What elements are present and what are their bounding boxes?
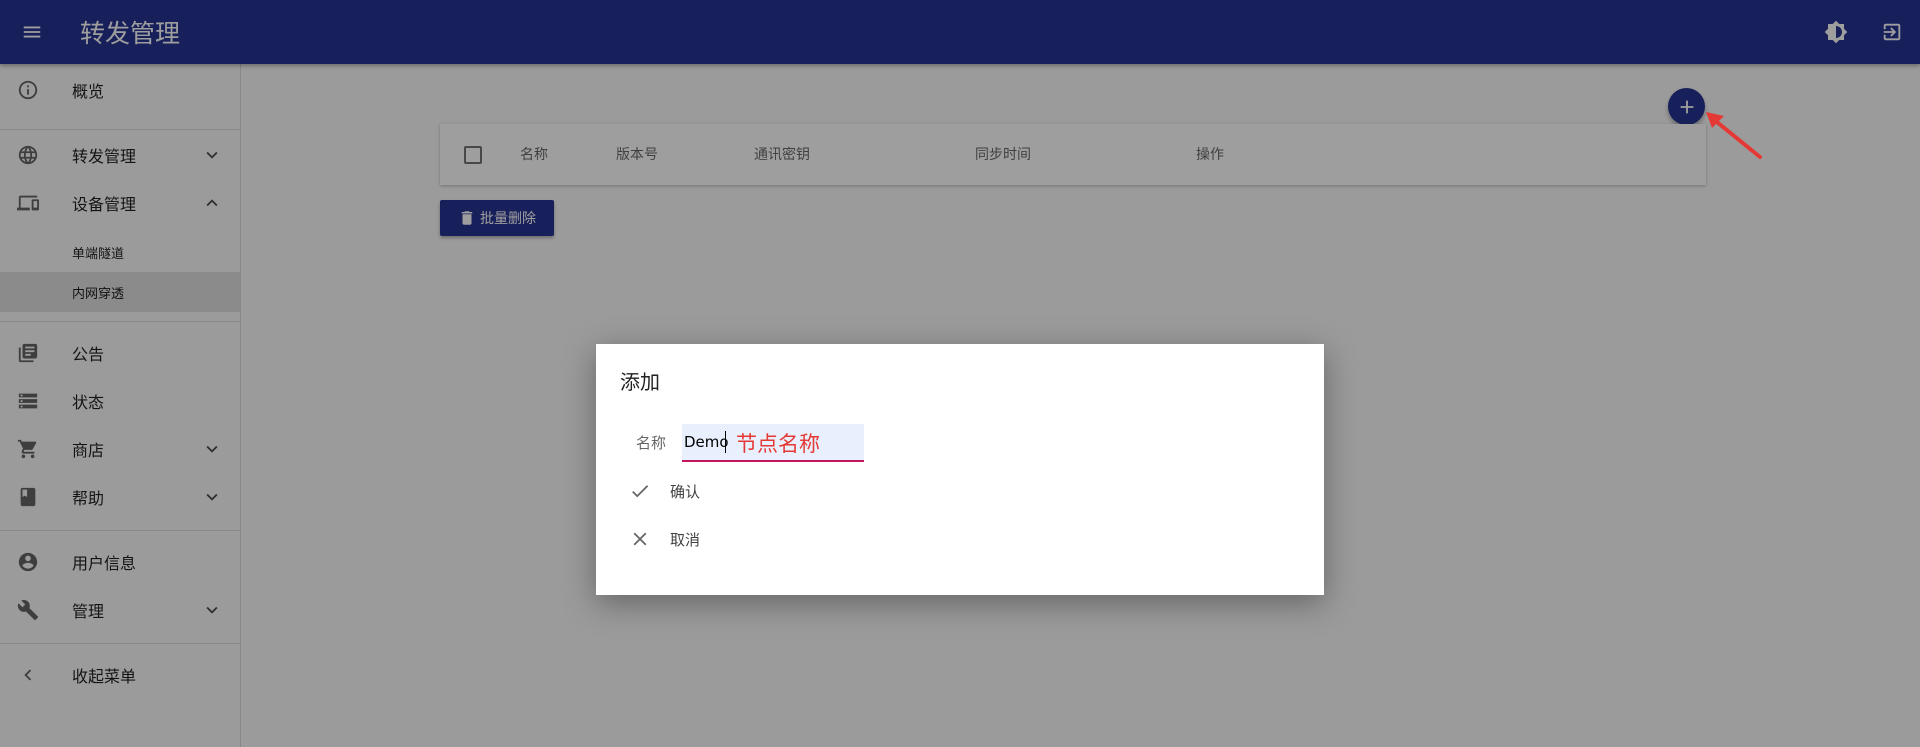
- add-dialog: 添加 名称 Demo 节点名称 确认 取消: [596, 344, 1324, 595]
- name-input-value: Demo: [684, 433, 729, 451]
- cancel-button[interactable]: 取消: [620, 519, 700, 559]
- annotation-node-name: 节点名称: [736, 432, 820, 456]
- close-icon: [620, 528, 660, 550]
- check-icon: [620, 480, 660, 502]
- confirm-button[interactable]: 确认: [620, 471, 700, 511]
- confirm-label: 确认: [670, 482, 701, 501]
- name-field-label: 名称: [636, 434, 667, 452]
- cancel-label: 取消: [670, 530, 701, 549]
- dialog-title: 添加: [620, 370, 660, 394]
- text-caret: [725, 431, 726, 453]
- annotation-arrow: [1706, 112, 1762, 159]
